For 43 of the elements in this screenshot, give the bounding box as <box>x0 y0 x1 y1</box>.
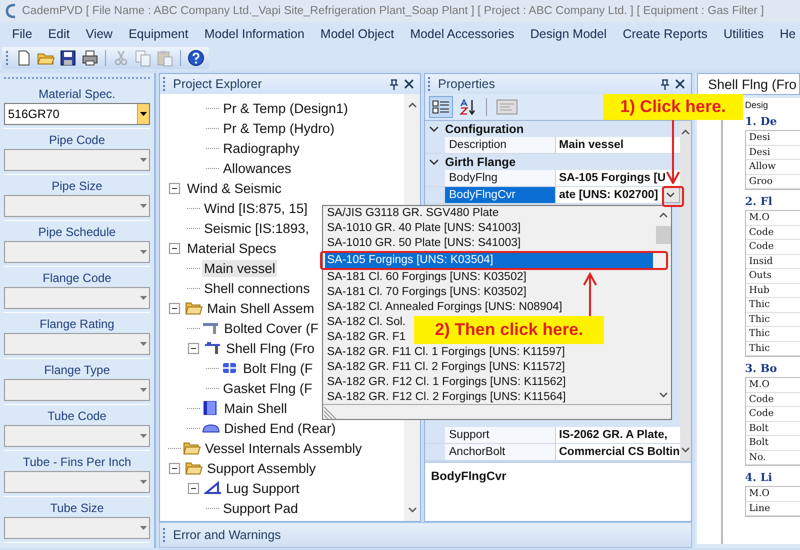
field-label: Tube Size <box>49 501 105 515</box>
table-cell: Desi <box>746 131 800 146</box>
table-cell: Bolt <box>746 436 800 450</box>
callout-note: 2) Then click here. <box>414 316 604 344</box>
table-cell: Insid <box>746 254 800 269</box>
description-title: BodyFlngCvr <box>431 469 506 483</box>
table-cell: Groo <box>746 174 800 189</box>
window-title: CademPVD [ File Name : ABC Company Ltd._Vapi Site_Refrigeration Plant_Soap Plant ] [ Project : ABC Company Ltd. ] [ Equipment : Gas Filter ] <box>22 5 764 17</box>
field-label: Tube - Fins Per Inch <box>22 455 132 469</box>
table-cell: Thic <box>746 298 800 312</box>
table-cell: Code <box>746 407 800 422</box>
field-label: Flange Rating <box>38 317 116 331</box>
table-cell: Thic <box>746 342 800 356</box>
section-heading: 2. Fl <box>745 195 774 208</box>
table-cell: Desi <box>746 146 800 160</box>
table-cell: M.O <box>746 487 800 502</box>
field-label: Material Spec. <box>38 87 116 101</box>
table-cell: Thic <box>746 312 800 327</box>
table-cell: Hub <box>746 284 800 298</box>
field-label: Flange Type <box>43 363 111 377</box>
field-label: Pipe Size <box>50 179 104 193</box>
section-heading: 1. De <box>745 115 778 128</box>
table-cell: Outs <box>746 269 800 284</box>
panel-title: Properties <box>438 77 496 91</box>
field-label: Pipe Schedule <box>37 225 117 239</box>
table-cell: Code <box>746 240 800 254</box>
document-caption: Desig <box>745 100 770 110</box>
table-cell: No. <box>746 450 800 465</box>
section-heading: 4. Li <box>745 471 774 484</box>
section-heading: 3. Bo <box>745 362 778 375</box>
field-label: Tube Code <box>46 409 108 423</box>
field-label: Flange Code <box>42 271 112 285</box>
callout-note: 1) Click here. <box>603 94 743 120</box>
field-label: Pipe Code <box>48 133 106 147</box>
table-cell: Code <box>746 226 800 240</box>
table-cell: M.O <box>746 378 800 392</box>
table-cell: Bolt <box>746 422 800 436</box>
panel-title: Project Explorer <box>173 77 263 91</box>
table-cell: Thic <box>746 327 800 342</box>
table-cell: Allow <box>746 160 800 174</box>
table-cell: Code <box>746 392 800 407</box>
table-cell: M.O <box>746 211 800 226</box>
table-cell: Line <box>746 502 800 516</box>
